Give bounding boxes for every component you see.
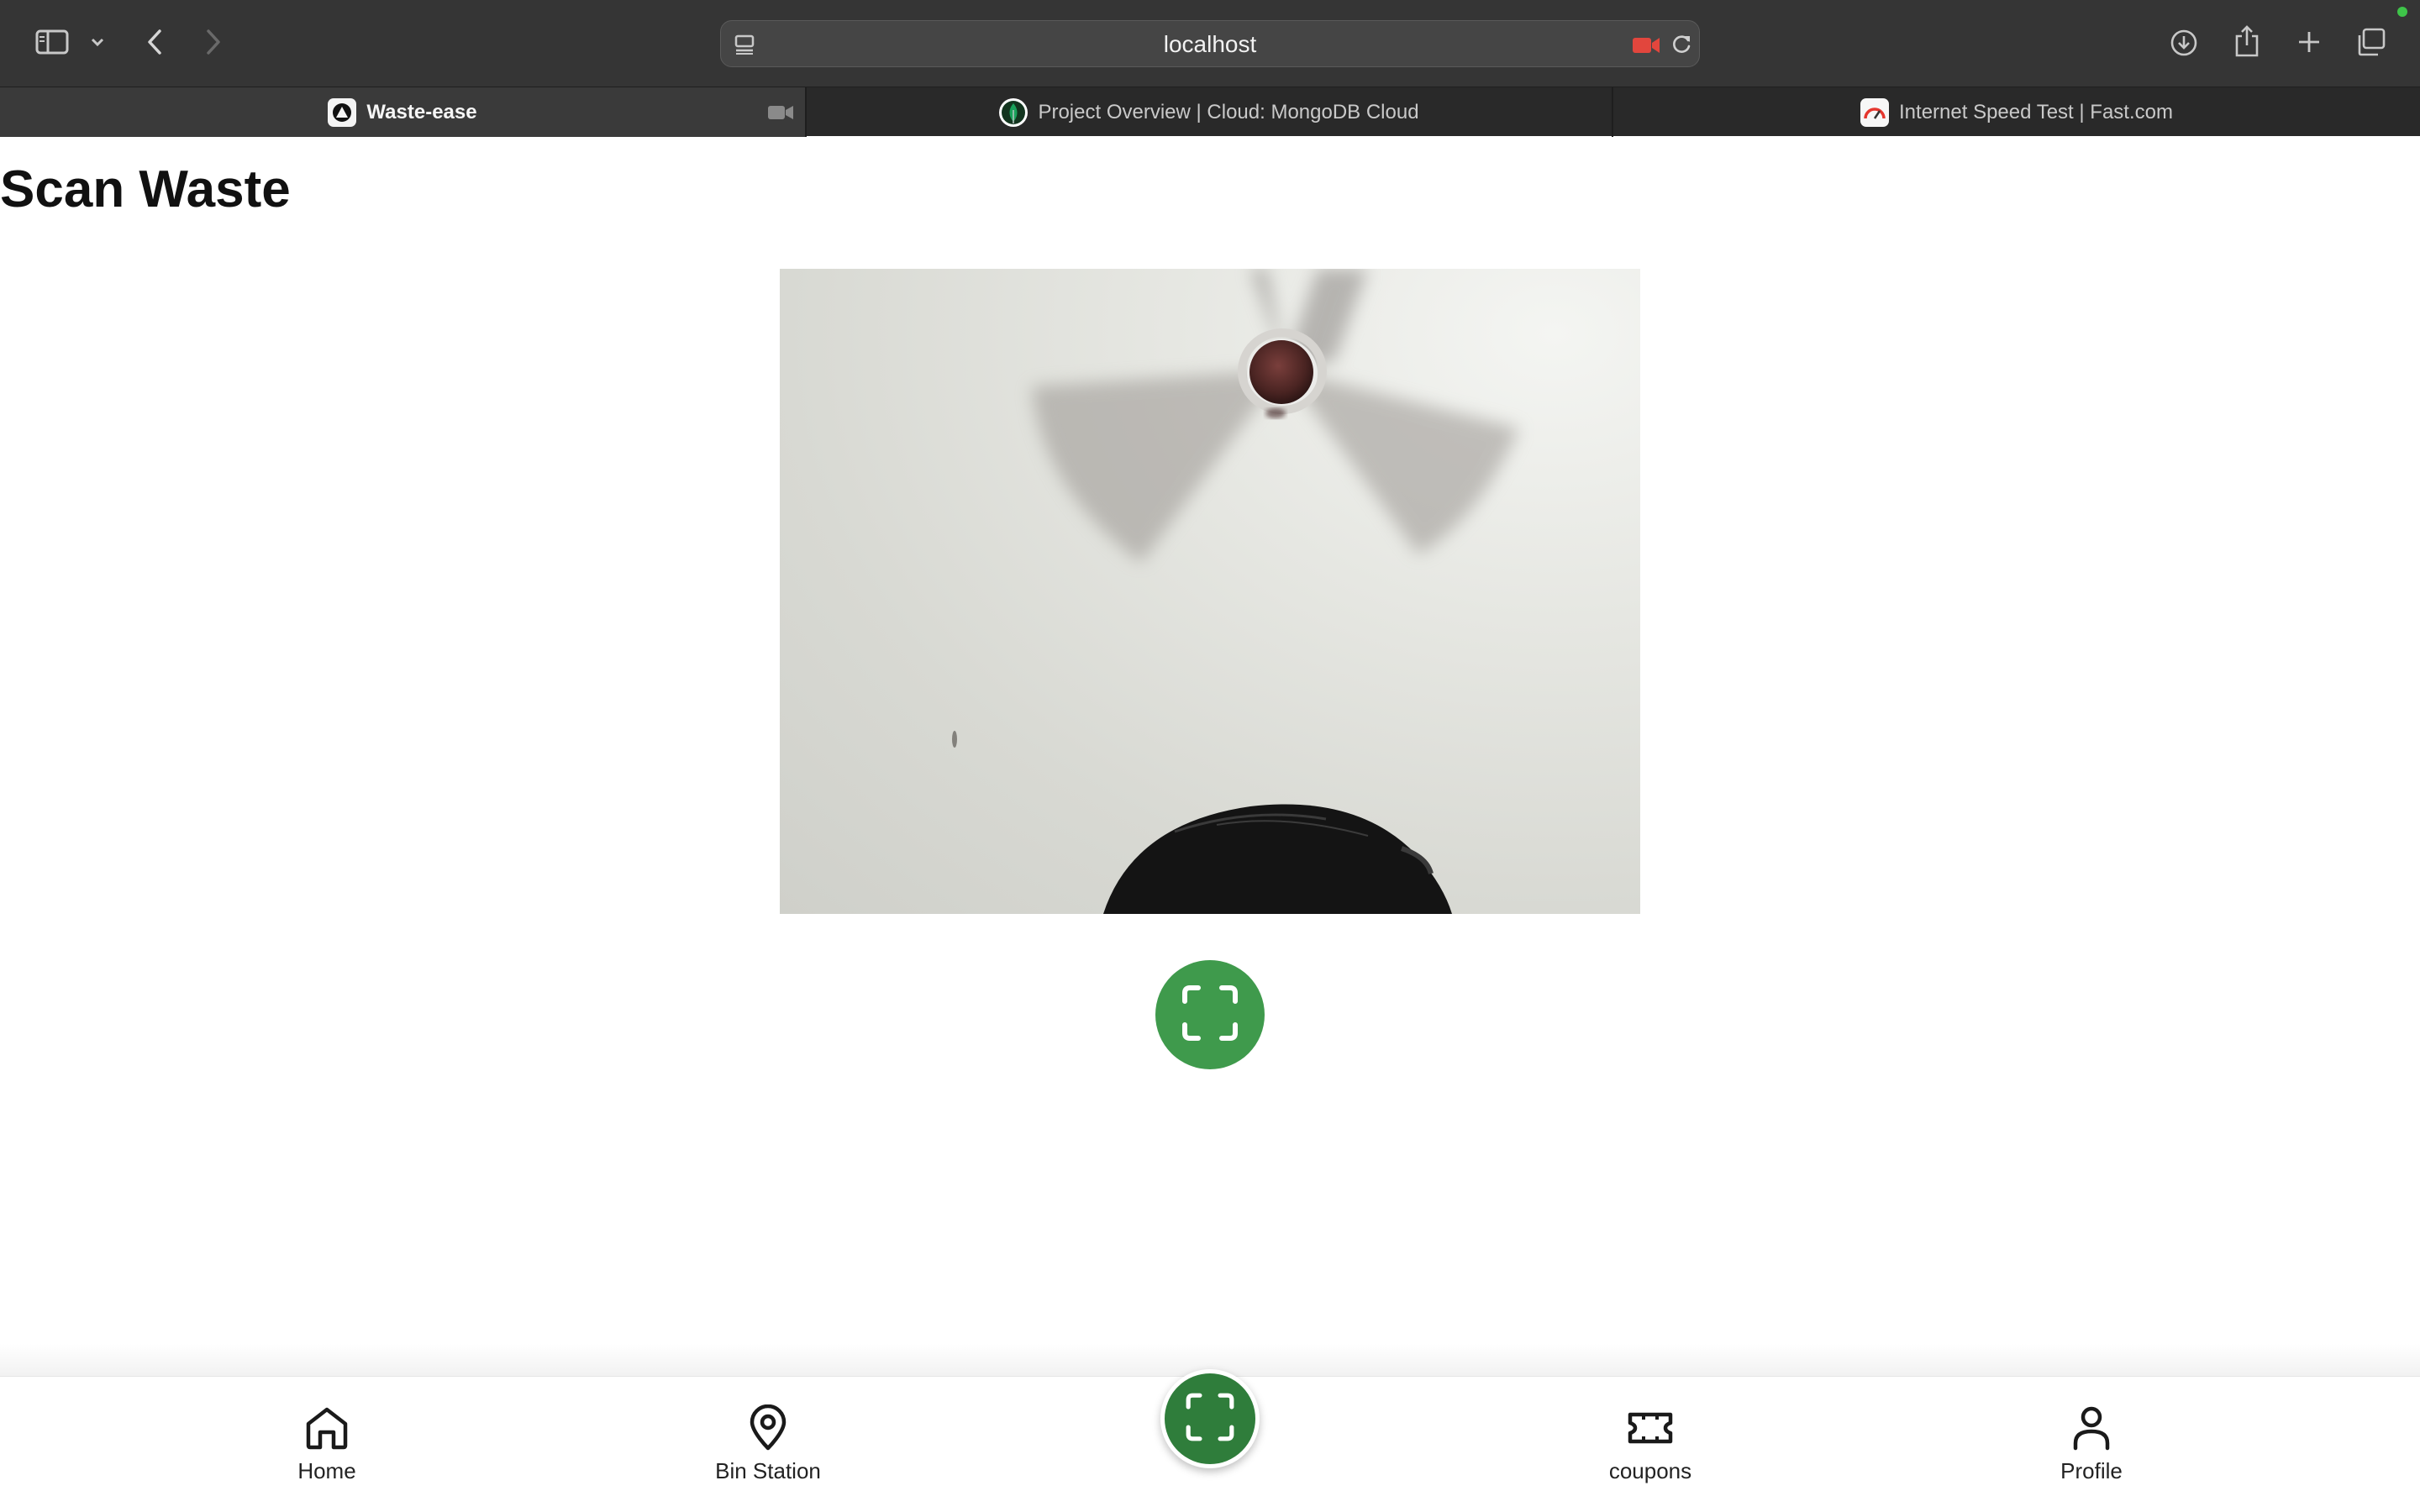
tab-bar: Waste-ease Project Overview | Cloud: Mon… (0, 87, 2420, 137)
tab-overview-icon[interactable] (2354, 27, 2388, 57)
camera-recording-icon[interactable] (1631, 34, 1661, 56)
nav-label: coupons (1608, 1458, 1692, 1483)
app-logo-icon (328, 97, 357, 127)
scan-frame-icon (1184, 1391, 1236, 1447)
chevron-down-icon[interactable] (87, 32, 108, 52)
downloads-icon[interactable] (2168, 27, 2200, 59)
browser-toolbar: localhost (0, 0, 2420, 87)
new-tab-icon[interactable] (2294, 27, 2324, 57)
recording-status-dot (2397, 7, 2407, 17)
home-icon (303, 1404, 350, 1452)
tab-fast-com[interactable]: Internet Speed Test | Fast.com (1613, 87, 2420, 137)
nav-label: Home (297, 1458, 356, 1483)
scan-frame-icon (1180, 983, 1240, 1047)
nav-profile[interactable]: Profile (1982, 1404, 2201, 1497)
tab-title: Internet Speed Test | Fast.com (1899, 100, 2173, 123)
fast-speedometer-icon (1860, 97, 1890, 127)
tab-camera-icon (766, 102, 795, 123)
sidebar-toggle-icon[interactable] (30, 25, 74, 59)
scan-button[interactable] (1155, 960, 1265, 1069)
map-pin-icon (747, 1404, 789, 1452)
share-icon[interactable] (2232, 24, 2262, 59)
reload-icon[interactable] (1669, 32, 1694, 57)
nav-scan-button[interactable] (1160, 1369, 1260, 1468)
page-title: Scan Waste (0, 160, 291, 218)
nav-home[interactable]: Home (218, 1404, 436, 1497)
nav-coupons[interactable]: coupons (1541, 1404, 1760, 1497)
camera-frame-image (952, 269, 1519, 914)
app-window: localhost Waste-ease Project Overview | … (0, 0, 2420, 1512)
tab-mongodb[interactable]: Project Overview | Cloud: MongoDB Cloud (807, 87, 1612, 137)
mongodb-leaf-icon (999, 97, 1028, 127)
tab-title: Waste-ease (366, 100, 477, 123)
nav-label: Bin Station (715, 1458, 821, 1483)
user-icon (2070, 1404, 2112, 1452)
tab-waste-ease[interactable]: Waste-ease (0, 87, 805, 137)
forward-icon[interactable] (200, 27, 227, 57)
back-icon[interactable] (141, 27, 168, 57)
url-text[interactable]: localhost (721, 21, 1699, 68)
nav-label: Profile (2060, 1458, 2123, 1483)
tab-title: Project Overview | Cloud: MongoDB Cloud (1038, 100, 1419, 123)
ticket-icon (1625, 1404, 1676, 1452)
nav-bin-station[interactable]: Bin Station (659, 1404, 877, 1497)
address-bar[interactable]: localhost (720, 20, 1700, 67)
camera-feed (780, 269, 1640, 914)
